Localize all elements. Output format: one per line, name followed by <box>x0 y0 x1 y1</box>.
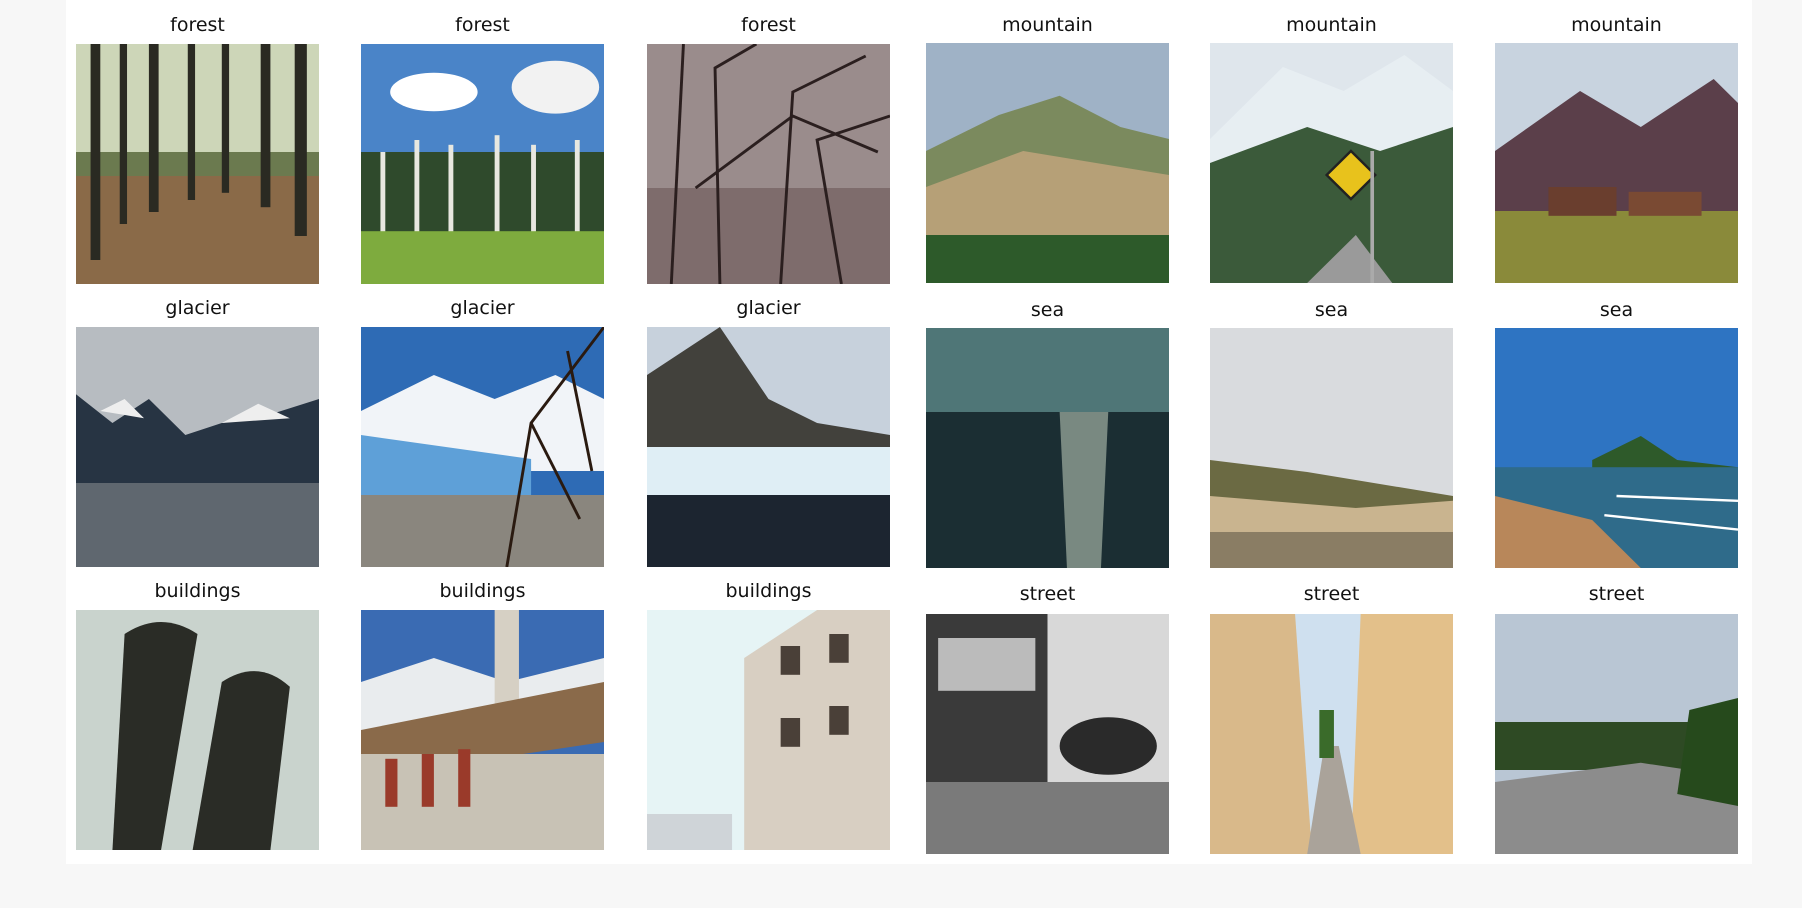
scene-thumbnail <box>647 610 890 850</box>
scene-thumbnail <box>647 327 890 567</box>
cell-label: buildings <box>725 580 812 602</box>
cell-label: mountain <box>1002 14 1093 36</box>
scene-thumbnail <box>1210 43 1453 283</box>
cell-label: glacier <box>736 297 801 319</box>
cell-label: forest <box>170 14 225 36</box>
cell-label: mountain <box>1286 14 1377 36</box>
cell-label: sea <box>1314 299 1349 321</box>
cell-label: mountain <box>1571 14 1662 36</box>
cell-label: forest <box>455 14 510 36</box>
cell-label: sea <box>1599 299 1634 321</box>
scene-thumbnail <box>361 610 604 850</box>
scene-thumbnail <box>361 327 604 567</box>
cell-label: street <box>1588 583 1645 605</box>
scene-thumbnail <box>361 44 604 284</box>
scene-thumbnail <box>76 44 319 284</box>
cell-label: glacier <box>165 297 230 319</box>
cell-label: forest <box>741 14 796 36</box>
scene-thumbnail <box>1210 328 1453 568</box>
scene-thumbnail <box>1495 328 1738 568</box>
scene-thumbnail <box>76 327 319 567</box>
cell-label: buildings <box>154 580 241 602</box>
scene-thumbnail <box>926 614 1169 854</box>
cell-label: street <box>1303 583 1360 605</box>
scene-thumbnail <box>1495 614 1738 854</box>
cell-label: sea <box>1030 299 1065 321</box>
cell-label: buildings <box>439 580 526 602</box>
scene-thumbnail <box>926 43 1169 283</box>
scene-thumbnail <box>926 328 1169 568</box>
cell-label: street <box>1019 583 1076 605</box>
scene-thumbnail <box>1210 614 1453 854</box>
cell-label: glacier <box>450 297 515 319</box>
scene-thumbnail <box>647 44 890 284</box>
scene-thumbnail <box>1495 43 1738 283</box>
scene-thumbnail <box>76 610 319 850</box>
